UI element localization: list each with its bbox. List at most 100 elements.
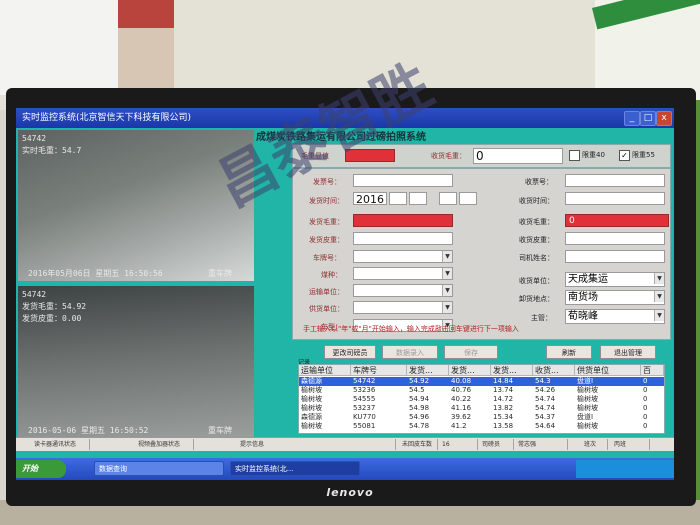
- taskbar-item-monitor[interactable]: 实时监控系统(北...: [230, 461, 360, 476]
- receive-ticket-label: 收票号：: [525, 178, 553, 186]
- ship-time-month[interactable]: [389, 192, 407, 205]
- table-cell: 13.82: [493, 404, 514, 412]
- column-header[interactable]: 发货...: [491, 365, 533, 376]
- table-cell: 13.74: [493, 386, 514, 394]
- table-cell: 54.92: [407, 377, 449, 386]
- camera-2-id: 54742: [22, 290, 47, 299]
- receive-gross-input[interactable]: 0: [565, 214, 669, 227]
- card-reader-status: 读卡器通讯状态: [30, 439, 90, 450]
- table-cell: 39.62: [451, 413, 472, 421]
- table-cell: 榆树坡: [301, 386, 322, 394]
- receiver-unit-select[interactable]: 天成集运 ▼: [565, 272, 665, 287]
- manager-select[interactable]: 荀晓峰 ▼: [565, 309, 665, 324]
- limit-40-checkbox[interactable]: [569, 150, 580, 161]
- exit-button[interactable]: 退出管理: [600, 345, 656, 359]
- table-cell: 榆树坡: [301, 404, 322, 412]
- taskbar-item-data-query[interactable]: 数据查询: [94, 461, 224, 476]
- receive-tare-label: 收货皮重：: [519, 236, 554, 244]
- unload-place-select[interactable]: 南货场 ▼: [565, 290, 665, 305]
- chevron-down-icon: ▼: [442, 302, 452, 313]
- camera-2-gross: 发货毛重：54.92: [22, 302, 87, 311]
- table-cell: KU770: [353, 413, 376, 421]
- plate-select[interactable]: ▼: [353, 250, 453, 263]
- table-cell: 54.78: [409, 422, 430, 430]
- table-cell: 榆树坡: [577, 422, 598, 430]
- table-cell: 40.08: [449, 377, 491, 386]
- table-cell: 15.34: [493, 413, 514, 421]
- transport-unit-select[interactable]: ▼: [353, 284, 453, 297]
- ship-time-hour[interactable]: [439, 192, 457, 205]
- table-cell: 54.5: [409, 386, 425, 394]
- table-cell: 0: [643, 404, 648, 412]
- table-cell: 森德源: [299, 377, 351, 386]
- table-cell: 盘道I: [575, 377, 641, 386]
- ship-ticket-input[interactable]: [353, 174, 453, 187]
- ship-time-day[interactable]: [409, 192, 427, 205]
- column-header[interactable]: 发货...: [449, 365, 491, 376]
- unload-place-value: 南货场: [568, 292, 598, 303]
- driver-name-label: 司机姓名：: [519, 254, 554, 262]
- start-button[interactable]: 开始: [16, 460, 66, 478]
- table-cell: 0: [643, 395, 648, 403]
- table-cell: 54.98: [409, 404, 430, 412]
- table-cell: 榆树坡: [577, 395, 598, 403]
- operator-name: 常志强: [514, 439, 568, 450]
- manager-value: 荀晓峰: [568, 311, 598, 322]
- shift-label: 班次: [580, 439, 608, 450]
- supplier-select[interactable]: ▼: [353, 301, 453, 314]
- receiver-unit-value: 天成集运: [568, 274, 608, 285]
- ship-tare-input[interactable]: [353, 232, 453, 245]
- column-header[interactable]: 供货单位: [575, 365, 641, 376]
- maximize-button[interactable]: □: [640, 111, 656, 126]
- table-cell: 55081: [353, 422, 376, 430]
- weighing-form: 发票号： 发货时间： 2016 发货毛重： 发货皮重： 车牌号： ▼ 煤种： ▼…: [292, 168, 671, 340]
- coal-type-select[interactable]: ▼: [353, 267, 453, 280]
- table-cell: 盘道I: [577, 413, 594, 421]
- hint-info: 提示信息: [236, 439, 396, 450]
- column-header[interactable]: 车牌号: [351, 365, 407, 376]
- receive-gross-display: 0: [473, 148, 563, 164]
- table-cell: 0: [643, 413, 648, 421]
- close-button[interactable]: x: [656, 111, 672, 126]
- input-hint: 手工输入以"年"或"月"开始输入，输入完成敲击回车键进行下一项输入: [303, 325, 519, 333]
- chevron-down-icon: ▼: [654, 310, 664, 321]
- table-cell: 54555: [353, 395, 376, 403]
- ship-gross-input[interactable]: [353, 214, 453, 227]
- camera-1-id: 54742: [22, 134, 47, 143]
- limit-40-label: 限重40: [582, 151, 605, 159]
- driver-name-input[interactable]: [565, 250, 665, 263]
- receive-time-input[interactable]: [565, 192, 665, 205]
- limit-55-checkbox[interactable]: ✓: [619, 150, 630, 161]
- minimize-button[interactable]: _: [624, 111, 640, 126]
- camera-1-timestamp: 2016年05月06日 星期五 16:50:56: [28, 269, 163, 278]
- change-driver-button[interactable]: 更改司磅员: [324, 345, 376, 359]
- ship-tare-label: 发货皮重：: [309, 236, 344, 244]
- camera-2-label: 重车牌: [208, 426, 232, 435]
- column-header[interactable]: 运输单位: [299, 365, 351, 376]
- manual-entry-button[interactable]: 数据录入: [382, 345, 438, 359]
- save-button[interactable]: 保存: [444, 345, 498, 359]
- camera-2-tare: 发货皮重：0.00: [22, 314, 82, 323]
- chevron-down-icon: ▼: [442, 268, 452, 279]
- refresh-button[interactable]: 刷新: [546, 345, 592, 359]
- receive-ticket-input[interactable]: [565, 174, 665, 187]
- records-table: 运输单位 车牌号 发货... 发货... 发货... 收货... 供货单位 百 …: [298, 364, 665, 434]
- camera-view-2: 54742 发货毛重：54.92 发货皮重：0.00 2016-05-06 星期…: [18, 286, 254, 438]
- table-cell: 53237: [353, 404, 376, 412]
- ship-time-year[interactable]: 2016: [353, 192, 387, 206]
- video-overlay-status: 视频叠加器状态: [134, 439, 194, 450]
- column-header[interactable]: 收货...: [533, 365, 575, 376]
- windows-taskbar: 开始 数据查询 实时监控系统(北...: [16, 458, 674, 480]
- table-cell: 榆树坡: [577, 404, 598, 412]
- column-header[interactable]: 百: [641, 365, 664, 376]
- limit-55-label: 限重55: [632, 151, 655, 159]
- camera-2-timestamp: 2016-05-06 星期五 16:50:52: [28, 426, 149, 435]
- column-header[interactable]: 发货...: [407, 365, 449, 376]
- ship-time-minute[interactable]: [459, 192, 477, 205]
- table-cell: 54.37: [535, 413, 556, 421]
- unload-place-label: 卸货地点：: [519, 295, 554, 303]
- receive-tare-input[interactable]: [565, 232, 665, 245]
- operator-label: 司磅员: [478, 439, 514, 450]
- table-cell: 40.76: [451, 386, 472, 394]
- table-cell: 榆树坡: [301, 395, 322, 403]
